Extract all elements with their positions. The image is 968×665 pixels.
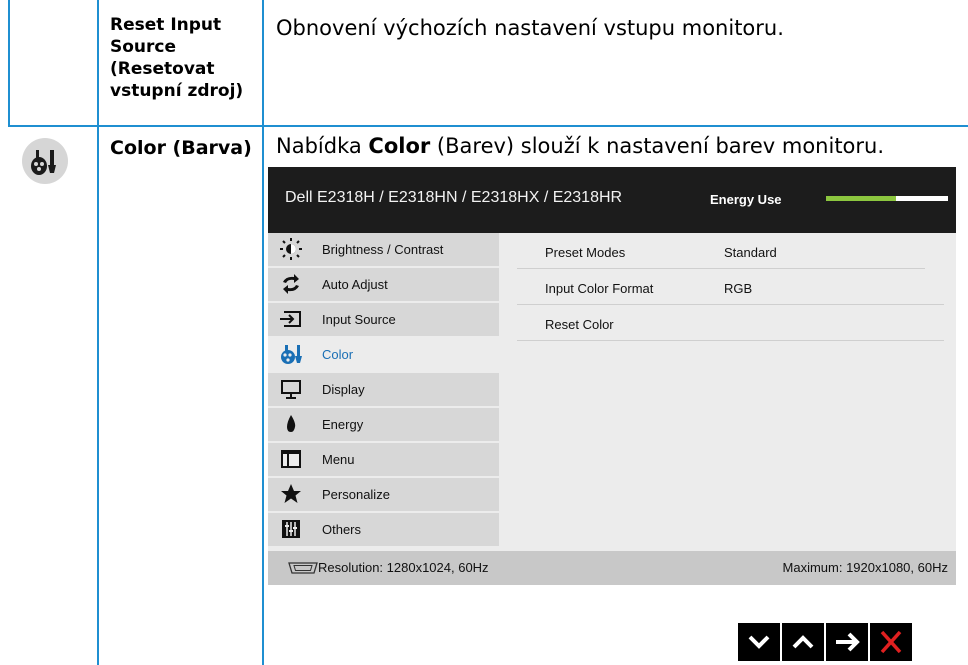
menu-item-label: Color xyxy=(322,347,354,362)
table-border-col1 xyxy=(97,0,99,665)
submenu-reset-color[interactable]: Reset Color xyxy=(517,305,944,341)
submenu-input-color-format[interactable]: Input Color Format RGB xyxy=(517,269,944,305)
submenu-label: Input Color Format xyxy=(545,281,654,296)
row-description-color: Nabídka Color (Barev) slouží k nastavení… xyxy=(276,134,885,158)
menu-item-label: Personalize xyxy=(322,487,390,502)
menu-icon xyxy=(278,447,304,471)
energy-icon xyxy=(278,412,304,436)
resolution-text: Resolution: 1280x1024, 60Hz xyxy=(318,560,489,575)
menu-item-others[interactable]: Others xyxy=(268,513,499,546)
display-icon xyxy=(278,377,304,401)
color-palette-icon xyxy=(22,138,68,184)
row-name-color: Color (Barva) xyxy=(110,137,252,159)
menu-item-label: Others xyxy=(322,522,362,537)
osd-header: Dell E2318H / E2318HN / E2318HX / E2318H… xyxy=(268,167,956,233)
menu-item-display[interactable]: Display xyxy=(268,373,499,406)
auto-adjust-icon xyxy=(278,272,304,296)
menu-item-energy[interactable]: Energy xyxy=(268,408,499,441)
chevron-up-icon xyxy=(792,635,814,649)
submenu-divider xyxy=(517,340,944,341)
menu-item-label: Display xyxy=(322,382,365,397)
menu-item-label: Input Source xyxy=(322,312,396,327)
row-name-reset-input-source: Reset Input Source (Resetovat vstupní zd… xyxy=(110,15,244,101)
table-row-divider xyxy=(8,125,968,127)
menu-item-label: Brightness / Contrast xyxy=(322,242,444,257)
input-source-icon xyxy=(278,307,304,331)
submenu-label: Preset Modes xyxy=(545,245,626,260)
table-border-col2 xyxy=(262,0,264,665)
energy-use-label: Energy Use xyxy=(710,192,782,207)
star-icon xyxy=(278,482,304,506)
submenu-preset-modes[interactable]: Preset Modes Standard xyxy=(517,233,944,269)
osd-title: Dell E2318H / E2318HN / E2318HX / E2318H… xyxy=(285,189,623,206)
menu-item-label: Menu xyxy=(322,452,355,467)
osd-footer: Resolution: 1280x1024, 60Hz Maximum: 192… xyxy=(268,551,956,585)
menu-item-label: Energy xyxy=(322,417,364,432)
row-description-reset-input-source: Obnovení výchozích nastavení vstupu moni… xyxy=(276,16,784,40)
menu-item-brightness-contrast[interactable]: Brightness / Contrast xyxy=(268,233,499,266)
brightness-icon xyxy=(278,237,304,261)
nav-down-button[interactable] xyxy=(738,623,780,661)
energy-use-bar xyxy=(826,196,948,201)
submenu-label: Reset Color xyxy=(545,317,614,332)
energy-use-fill xyxy=(826,196,896,201)
nav-up-button[interactable] xyxy=(782,623,824,661)
table-border-left xyxy=(8,0,10,127)
osd-main-menu: Brightness / Contrast Auto Adjust Input … xyxy=(268,233,501,551)
nav-right-button[interactable] xyxy=(826,623,868,661)
others-icon xyxy=(278,517,304,541)
menu-item-personalize[interactable]: Personalize xyxy=(268,478,499,511)
osd-body: Brightness / Contrast Auto Adjust Input … xyxy=(268,233,956,551)
vga-connector-icon xyxy=(286,561,320,575)
maximum-resolution-text: Maximum: 1920x1080, 60Hz xyxy=(782,560,948,575)
color-icon xyxy=(278,342,304,366)
arrow-right-icon xyxy=(836,632,860,652)
chevron-down-icon xyxy=(748,635,770,649)
submenu-value: Standard xyxy=(724,245,777,260)
osd-menu-screenshot: Dell E2318H / E2318HN / E2318HX / E2318H… xyxy=(268,167,956,585)
close-icon xyxy=(880,630,902,654)
menu-item-color[interactable]: Color xyxy=(268,338,499,371)
nav-exit-button[interactable] xyxy=(870,623,912,661)
menu-item-input-source[interactable]: Input Source xyxy=(268,303,499,336)
menu-item-label: Auto Adjust xyxy=(322,277,388,292)
submenu-value: RGB xyxy=(724,281,753,296)
menu-item-auto-adjust[interactable]: Auto Adjust xyxy=(268,268,499,301)
menu-item-menu[interactable]: Menu xyxy=(268,443,499,476)
